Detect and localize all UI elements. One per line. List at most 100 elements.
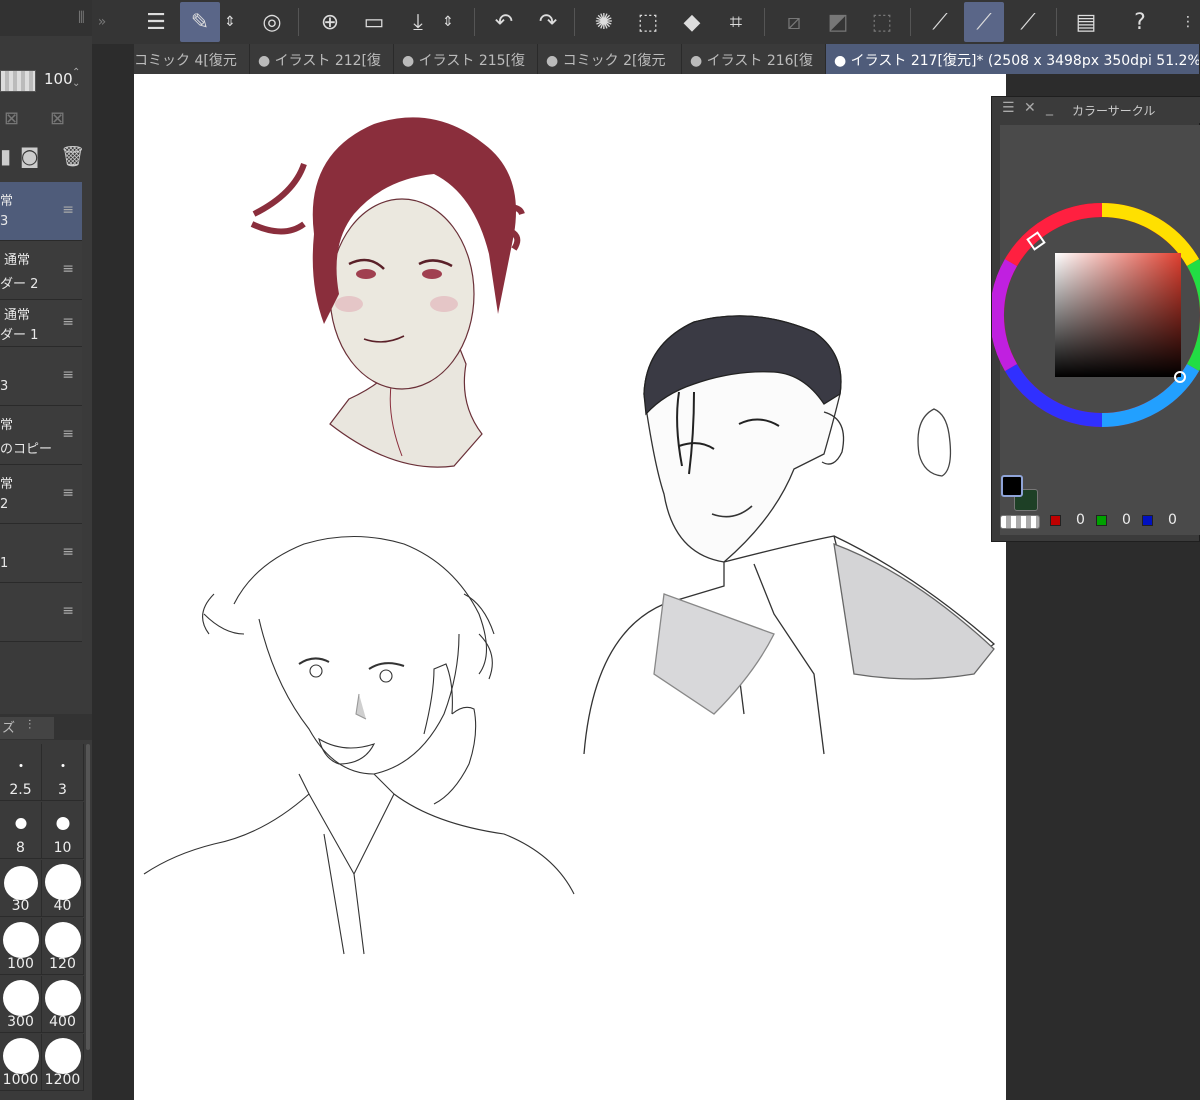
layer-row[interactable]: 常 2 ≡ [0, 465, 82, 524]
document-tab-bar: コミック 4[復元 ● イラスト 212[復 ● イラスト 215[復 ● コミ… [134, 44, 1200, 74]
brush-dot-icon [44, 864, 81, 900]
left-panel: ⫴ 100 ⌃ ⌄ ⊠ ⊠ ▮ ◙ 🗑 常 3 ≡ 通常 ダー 2 ≡ 通常 ダ… [0, 0, 92, 1100]
brush-size-cell[interactable]: 3 [42, 744, 84, 801]
brush-size-cell[interactable]: 40 [42, 860, 84, 917]
layer-row[interactable]: 3 ≡ [0, 347, 82, 406]
eyedropper-tool-icon[interactable]: ✎ [180, 2, 220, 42]
color-wheel[interactable] [992, 123, 1200, 483]
layer-row[interactable]: 常 3 ≡ [0, 182, 82, 241]
brush-grid-scrollbar[interactable] [86, 744, 90, 1050]
document-tab[interactable]: ● イラスト 215[復 [394, 44, 538, 74]
brush-size-label: 300 [7, 1014, 34, 1030]
fill-icon[interactable]: ◆ [672, 2, 712, 42]
brush-size-label: 30 [11, 898, 30, 914]
document-tab[interactable]: コミック 4[復元 [134, 44, 250, 74]
clip-layer-icon[interactable]: ⊠ [50, 108, 65, 129]
brush-size-cell[interactable]: 400 [42, 976, 84, 1033]
layout-icon[interactable]: ▤ [1066, 2, 1106, 42]
brush-size-label: 3 [58, 782, 67, 798]
brush-size-cell[interactable]: 10 [42, 802, 84, 859]
main-color-swatch[interactable] [1001, 475, 1023, 497]
brush-size-cell[interactable]: 2.5 [0, 744, 42, 801]
panel-menu-icon[interactable]: ☰ [1002, 100, 1015, 116]
opacity-spinner-icon[interactable]: ⌃ ⌄ [72, 67, 80, 89]
layer-menu-icon[interactable]: ≡ [62, 202, 74, 218]
document-tab[interactable]: ● イラスト 216[復 [682, 44, 826, 74]
layer-row[interactable]: 1 ≡ [0, 524, 82, 583]
layer-blend-mode: 常 [0, 194, 14, 209]
loading-icon[interactable]: ✺ [584, 2, 624, 42]
invert-icon[interactable]: ◩ [818, 2, 858, 42]
menu-icon[interactable]: ☰ [136, 2, 176, 42]
pen-icon[interactable]: ⟋ [920, 2, 960, 42]
layer-row[interactable]: 通常 ダー 1 ≡ [0, 300, 82, 347]
document-tab[interactable]: ● イラスト 212[復 [250, 44, 394, 74]
new-file-icon[interactable]: ⊕ [310, 2, 350, 42]
opacity-value[interactable]: 100 [44, 70, 73, 88]
panel-grip-icon[interactable]: ⫴ [78, 8, 85, 28]
document-tab-active[interactable]: ● イラスト 217[復元]* (2508 x 3498px 350dpi 51… [826, 44, 1200, 74]
more-icon[interactable]: ⋮ [1168, 2, 1200, 42]
save-icon[interactable]: ⤓ [398, 2, 438, 42]
delete-layer-icon[interactable]: 🗑 [60, 144, 85, 168]
layer-row[interactable]: 通常 ダー 2 ≡ [0, 241, 82, 300]
clear-selection-icon[interactable]: ⧄ [774, 2, 814, 42]
undo-icon[interactable]: ↶ [484, 2, 524, 42]
transparent-swatch[interactable] [1000, 515, 1040, 529]
layer-name: 2 [0, 497, 9, 512]
artwork [143, 117, 996, 955]
brush-size-label: 400 [49, 1014, 76, 1030]
transform-icon[interactable]: ⌗ [716, 2, 756, 42]
brush-size-label: 2.5 [9, 782, 32, 798]
layer-menu-icon[interactable]: ≡ [62, 544, 74, 560]
brush-size-cell[interactable]: 100 [0, 918, 42, 975]
select-icon[interactable]: ⬚ [628, 2, 668, 42]
brush-size-label: 8 [16, 840, 25, 856]
layer-row[interactable]: 常 のコピー ≡ [0, 406, 82, 465]
open-folder-icon[interactable]: ▭ [354, 2, 394, 42]
drawing-canvas[interactable] [134, 74, 1006, 1100]
opacity-slider[interactable] [0, 70, 36, 92]
select-all-icon[interactable]: ⬚ [862, 2, 902, 42]
up-down-icon[interactable]: ⇕ [438, 2, 458, 42]
layer-folder-icon[interactable]: ▮ [0, 144, 11, 168]
brush-size-label: 40 [53, 898, 72, 914]
minimize-icon[interactable]: _ [1046, 100, 1053, 116]
brush-dot-icon [2, 980, 39, 1016]
layer-menu-icon[interactable]: ≡ [62, 314, 74, 330]
eraser-icon[interactable]: ⟋ [1008, 2, 1048, 42]
layer-row[interactable]: ≡ [0, 583, 82, 642]
brush-size-label: 10 [53, 840, 72, 856]
help-icon[interactable]: ? [1120, 2, 1160, 42]
lock-transparency-icon[interactable]: ⊠ [4, 108, 19, 129]
brush-size-label: 1200 [44, 1072, 81, 1088]
layer-name: 3 [0, 379, 9, 394]
layer-name: 1 [0, 556, 9, 571]
layer-menu-icon[interactable]: ≡ [62, 426, 74, 442]
layer-menu-icon[interactable]: ≡ [62, 603, 74, 619]
up-down-icon[interactable]: ⇕ [220, 2, 240, 42]
layer-menu-icon[interactable]: ≡ [62, 485, 74, 501]
close-icon[interactable]: ✕ [1024, 100, 1036, 116]
brush-size-cell[interactable]: 300 [0, 976, 42, 1033]
layer-mask-icon[interactable]: ◙ [20, 144, 39, 168]
brush-dot-icon [44, 922, 81, 958]
expand-panel-icon[interactable]: » [92, 2, 112, 42]
document-tab[interactable]: ● コミック 2[復元 [538, 44, 682, 74]
settings-sliders-icon[interactable]: ⫶ [28, 718, 31, 733]
brush-size-cell[interactable]: 1000 [0, 1034, 42, 1091]
canvas-gap [92, 44, 134, 74]
brush-icon[interactable]: ⟋ [964, 2, 1004, 42]
layer-menu-icon[interactable]: ≡ [62, 261, 74, 277]
tab-brush-size[interactable]: ズ [0, 717, 54, 739]
color-circle-panel: ☰ ✕ _ カラーサークル [991, 96, 1200, 542]
brush-size-cell[interactable]: 120 [42, 918, 84, 975]
redo-icon[interactable]: ↷ [528, 2, 568, 42]
brush-size-cell[interactable]: 8 [0, 802, 42, 859]
panel-title: カラーサークル [1072, 104, 1156, 118]
layer-menu-icon[interactable]: ≡ [62, 367, 74, 383]
brush-size-label: 100 [7, 956, 34, 972]
brush-size-cell[interactable]: 1200 [42, 1034, 84, 1091]
brush-size-cell[interactable]: 30 [0, 860, 42, 917]
smudge-icon[interactable]: ◎ [252, 2, 292, 42]
